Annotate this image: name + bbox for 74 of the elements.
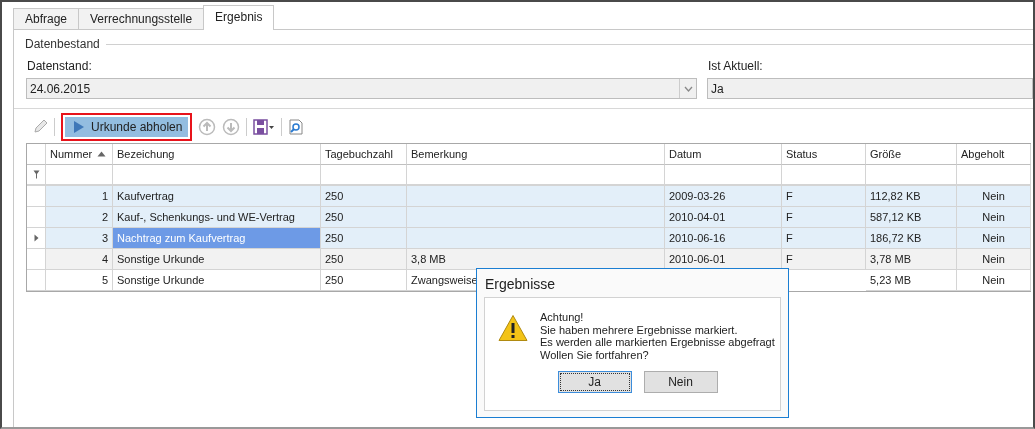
row-pointer-icon[interactable] (33, 234, 39, 242)
table-cell: Kaufvertrag (113, 186, 321, 207)
table-cell: 112,82 KB (866, 186, 957, 207)
arrow-up-icon[interactable] (198, 118, 217, 136)
field-label: Datenstand: (26, 59, 93, 74)
row-indicator[interactable] (27, 207, 46, 228)
message-text: Achtung! (540, 311, 585, 324)
table-cell: Nachtrag zum Kaufvertrag (113, 228, 321, 249)
table-cell: 250 (321, 249, 407, 270)
chevron-down-icon[interactable] (683, 85, 693, 92)
row-indicator[interactable] (27, 270, 46, 291)
search-icon[interactable] (288, 119, 305, 135)
table-cell: Kauf-, Schenkungs- und WE-Vertrag (113, 207, 321, 228)
table-cell: 5,23 MB (866, 270, 957, 291)
row-indicator[interactable] (27, 228, 46, 249)
text-field[interactable]: Ja (707, 78, 1033, 99)
dialog-title: Ergebnisse (484, 275, 557, 294)
table-cell: 2010-06-16 (665, 228, 782, 249)
table-cell: 587,12 KB (866, 207, 957, 228)
column-header[interactable]: Tagebuchzahl (321, 144, 407, 165)
table-cell: 250 (321, 186, 407, 207)
warning-icon[interactable] (498, 314, 528, 342)
column-header[interactable]: Abgeholt (957, 144, 1031, 165)
column-header[interactable]: Datum (665, 144, 782, 165)
message-text: Es werden alle markierten Ergebnisse abgefragt (540, 336, 775, 349)
dropdown-field[interactable]: 24.06.2015 (26, 78, 697, 99)
table-cell: Nein (957, 228, 1031, 249)
table-cell: 250 (321, 207, 407, 228)
table-cell: Sonstige Urkunde (113, 270, 321, 291)
tab[interactable]: Abfrage (13, 8, 80, 29)
table-cell: 2010-06-01 (665, 249, 782, 270)
table-cell: F (782, 186, 866, 207)
table-cell: Nein (957, 249, 1031, 270)
table-cell: 2 (46, 207, 113, 228)
message-text: Wollen Sie fortfahren? (540, 348, 650, 361)
group-title: Datenbestand (25, 37, 100, 51)
row-indicator[interactable] (27, 186, 46, 207)
pencil-icon[interactable] (32, 119, 48, 135)
arrow-down-icon[interactable] (222, 118, 241, 136)
dialog-button[interactable]: Ja (557, 371, 632, 393)
table-cell: 250 (321, 228, 407, 249)
table-cell: 3,78 MB (866, 249, 957, 270)
message-text: Sie haben mehrere Ergebnisse markiert. (540, 323, 739, 336)
table-cell: 2010-04-01 (665, 207, 782, 228)
column-header[interactable]: Status (782, 144, 866, 165)
row-indicator[interactable] (27, 249, 46, 270)
sort-ascending-icon[interactable] (97, 151, 106, 157)
table-cell: Sonstige Urkunde (113, 249, 321, 270)
table-cell: Nein (957, 270, 1031, 291)
table-cell: 3 (46, 228, 113, 249)
tab[interactable]: Verrechnungsstelle (78, 8, 205, 29)
table-cell: F (782, 207, 866, 228)
table-cell: 3,8 MB (407, 249, 665, 270)
table-cell: 250 (321, 270, 407, 291)
save-icon[interactable] (253, 119, 276, 135)
fetch-button[interactable]: Urkunde abholen (65, 117, 189, 137)
field-label: Ist Aktuell: (707, 59, 764, 74)
table-cell: F (782, 228, 866, 249)
column-header[interactable]: Nummer (46, 144, 113, 165)
table-cell: 4 (46, 249, 113, 270)
table-cell: 2009-03-26 (665, 186, 782, 207)
filter-pin-icon[interactable] (32, 170, 40, 179)
table-cell: Nein (957, 207, 1031, 228)
table-cell: F (782, 249, 866, 270)
column-header[interactable]: Bemerkung (407, 144, 665, 165)
column-header[interactable]: Größe (866, 144, 957, 165)
play-icon[interactable] (73, 120, 85, 134)
column-header[interactable]: Bezeichung (113, 144, 321, 165)
table-cell: 186,72 KB (866, 228, 957, 249)
table-cell: 5 (46, 270, 113, 291)
tab[interactable]: Ergebnis (203, 5, 275, 30)
table-cell: Nein (957, 186, 1031, 207)
dialog-button[interactable]: Nein (643, 371, 718, 393)
table-cell: 1 (46, 186, 113, 207)
